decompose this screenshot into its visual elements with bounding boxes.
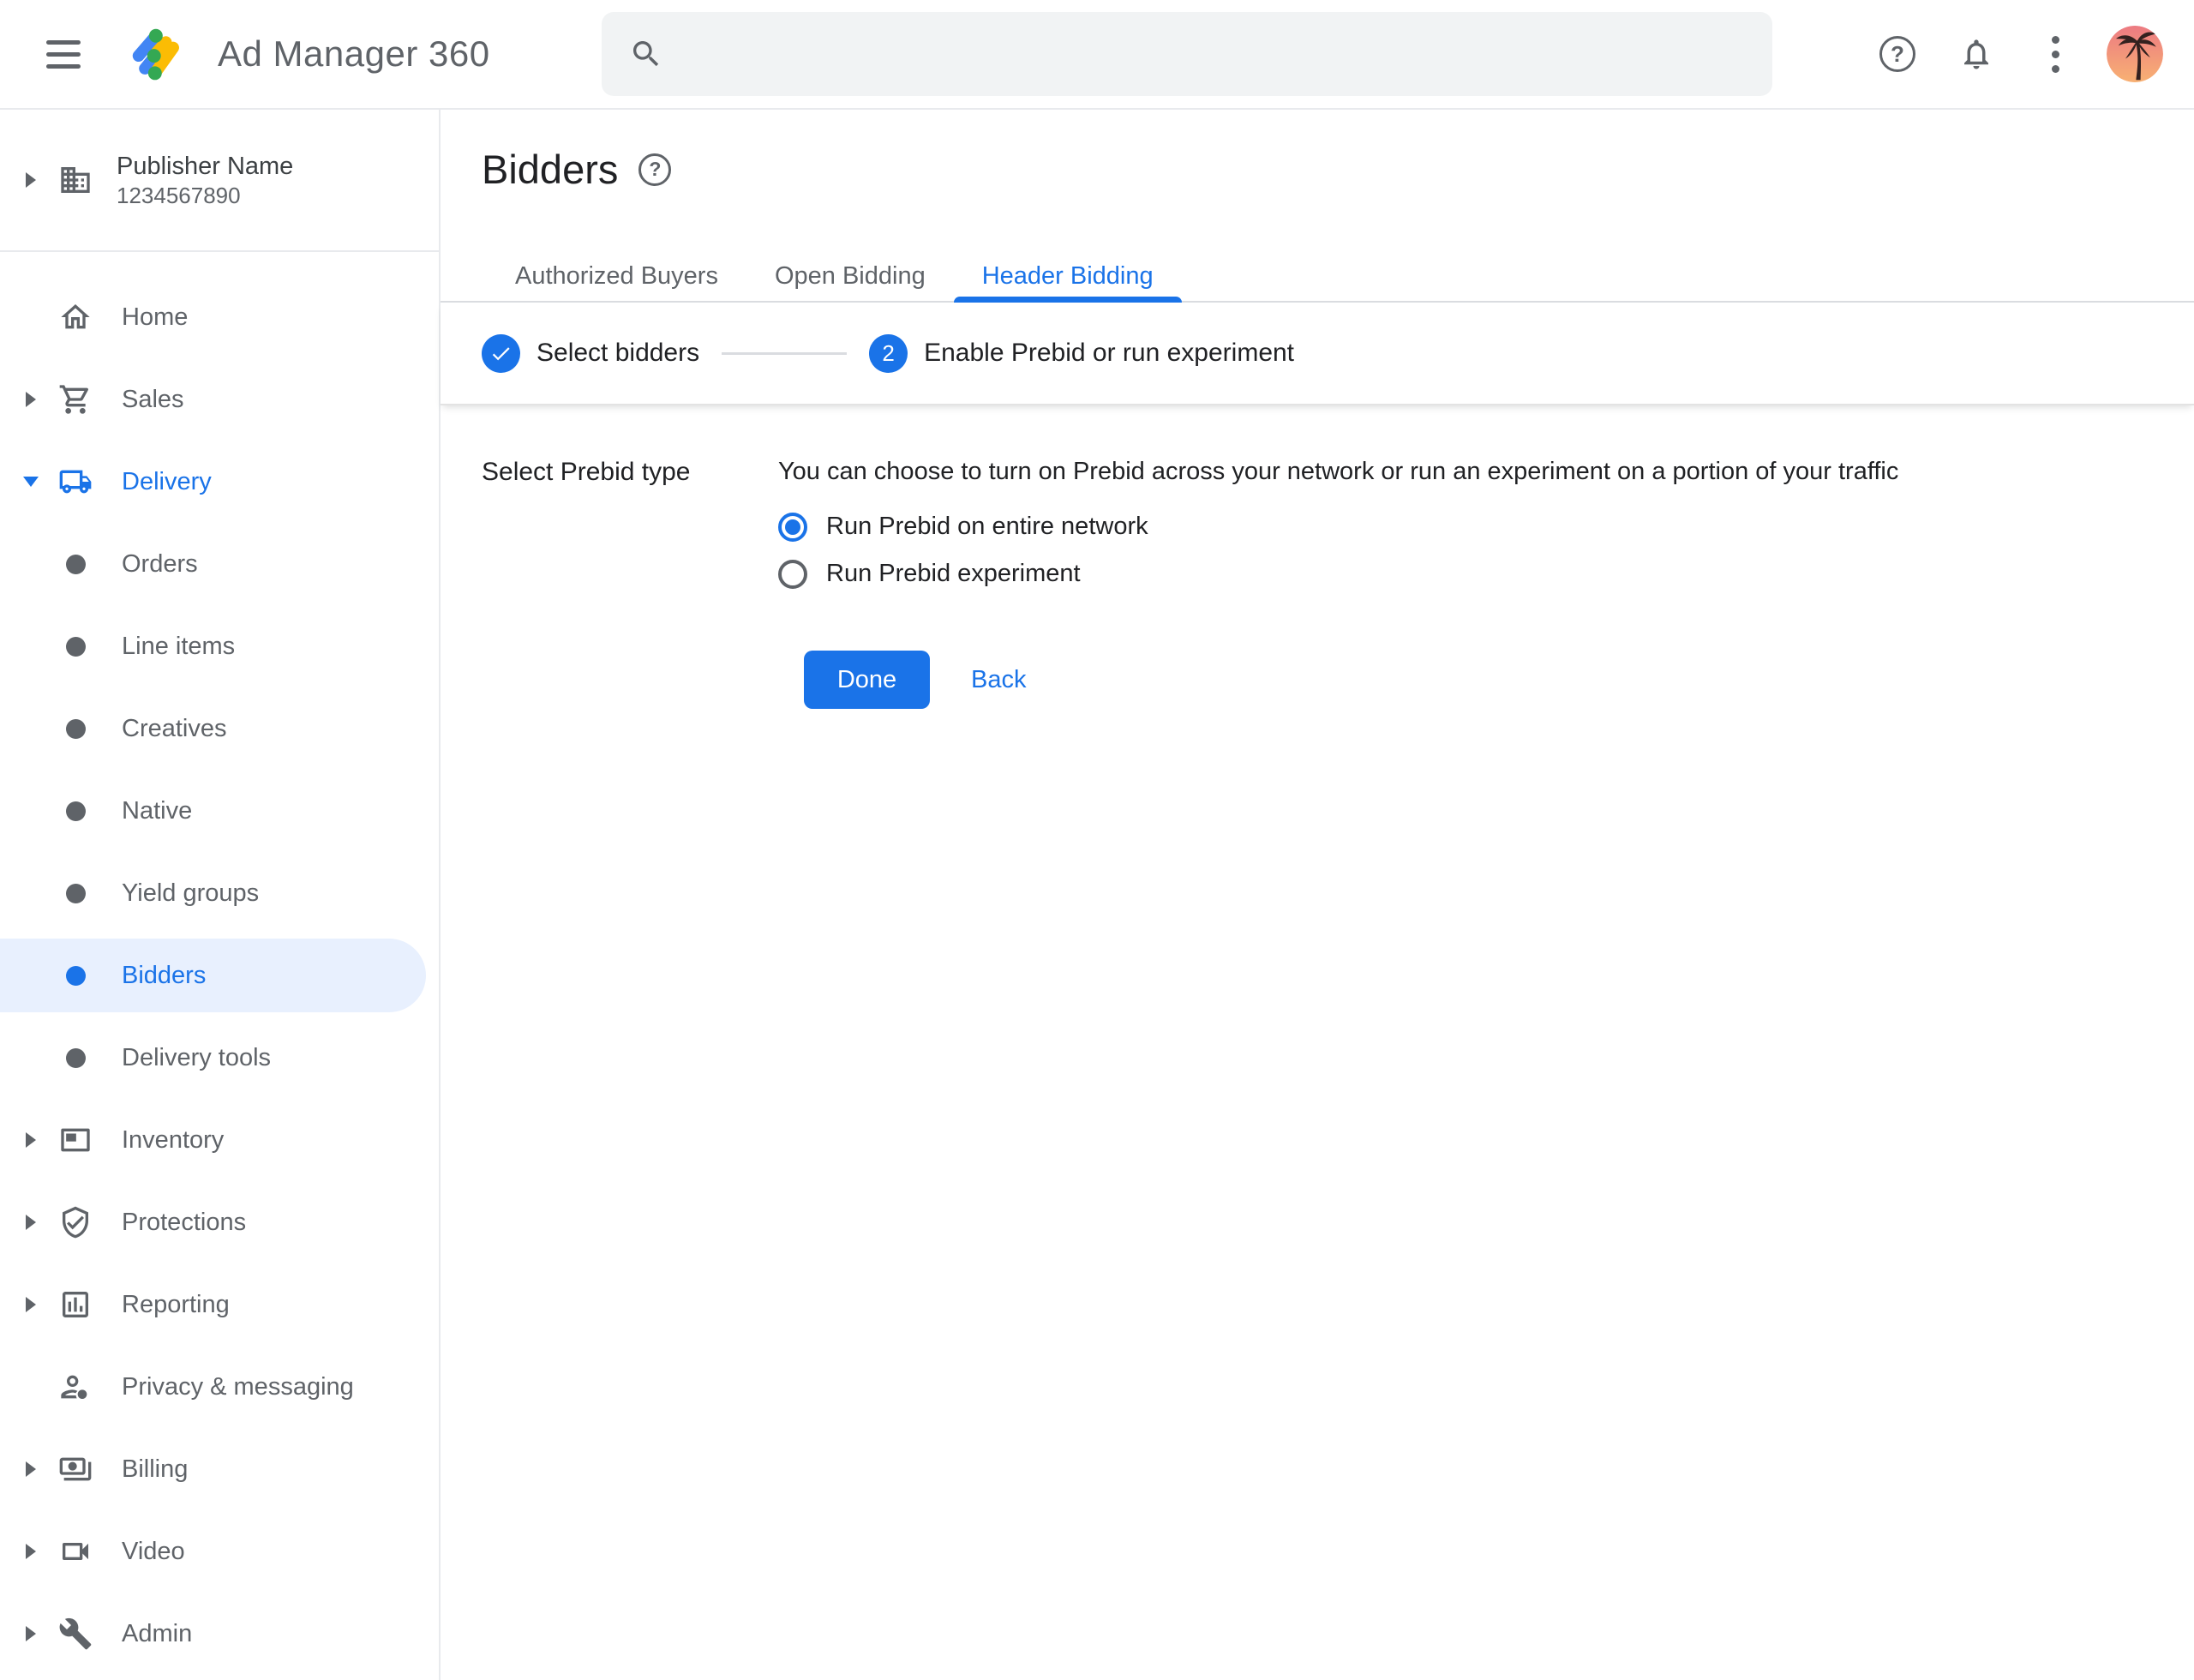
sidebar-item-delivery-tools[interactable]: Delivery tools bbox=[0, 1017, 439, 1099]
search-icon bbox=[629, 37, 663, 71]
help-icon: ? bbox=[1879, 36, 1915, 72]
hamburger-menu-icon[interactable] bbox=[46, 37, 84, 71]
radio-run-prebid-experiment[interactable]: Run Prebid experiment bbox=[778, 550, 2143, 597]
chevron-right-icon[interactable] bbox=[26, 172, 36, 188]
chevron-right-icon[interactable] bbox=[26, 1132, 36, 1148]
sidebar-item-line-items[interactable]: Line items bbox=[0, 605, 439, 687]
shopping-cart-icon bbox=[58, 382, 93, 417]
sidebar-nav: Home Sales bbox=[0, 252, 439, 1675]
chevron-right-icon[interactable] bbox=[26, 1626, 36, 1641]
ad-manager-app: Ad Manager 360 ? bbox=[0, 0, 2194, 1680]
tab-header-bidding[interactable]: Header Bidding bbox=[954, 251, 1182, 301]
radio-run-prebid-entire-network[interactable]: Run Prebid on entire network bbox=[778, 503, 2143, 550]
home-icon bbox=[58, 300, 93, 334]
main-content: Bidders ? Authorized Buyers Open Bidding… bbox=[441, 110, 2194, 1680]
prebid-type-section: Select Prebid type You can choose to tur… bbox=[441, 405, 2194, 709]
bullet-icon bbox=[66, 555, 86, 574]
delivery-truck-icon bbox=[58, 465, 93, 499]
search-input[interactable] bbox=[689, 39, 1747, 69]
bar-chart-icon bbox=[58, 1287, 93, 1322]
chevron-right-icon[interactable] bbox=[26, 1544, 36, 1559]
three-dots-icon bbox=[2052, 36, 2059, 73]
field-label: Select Prebid type bbox=[482, 455, 778, 709]
inventory-icon bbox=[58, 1123, 93, 1157]
sidebar-item-yield-groups[interactable]: Yield groups bbox=[0, 852, 439, 934]
tab-open-bidding[interactable]: Open Bidding bbox=[746, 251, 954, 301]
publisher-network-code: 1234567890 bbox=[117, 182, 293, 209]
step-enable-prebid[interactable]: 2 Enable Prebid or run experiment bbox=[869, 334, 1294, 373]
prebid-type-radio-group: Run Prebid on entire network Run Prebid … bbox=[778, 503, 2143, 597]
sidebar-item-bidders[interactable]: Bidders bbox=[0, 939, 426, 1012]
step-completed-check-icon bbox=[482, 334, 520, 373]
account-avatar[interactable] bbox=[2107, 26, 2163, 82]
chevron-right-icon[interactable] bbox=[26, 1215, 36, 1230]
product-title: Ad Manager 360 bbox=[218, 33, 490, 75]
step-connector bbox=[722, 352, 847, 355]
publisher-switcher[interactable]: Publisher Name 1234567890 bbox=[0, 110, 439, 252]
done-button[interactable]: Done bbox=[804, 651, 930, 709]
chevron-right-icon[interactable] bbox=[26, 392, 36, 407]
sidebar-item-sales[interactable]: Sales bbox=[0, 358, 439, 441]
bullet-icon bbox=[66, 884, 86, 903]
chevron-down-icon[interactable] bbox=[23, 477, 39, 487]
tab-authorized-buyers[interactable]: Authorized Buyers bbox=[487, 251, 746, 301]
step-select-bidders[interactable]: Select bidders bbox=[482, 334, 699, 373]
bullet-icon bbox=[66, 966, 86, 986]
page-title: Bidders bbox=[482, 146, 618, 193]
sidebar-item-home[interactable]: Home bbox=[0, 276, 439, 358]
person-privacy-icon bbox=[58, 1370, 93, 1404]
step-number: 2 bbox=[869, 334, 908, 373]
avatar-image bbox=[2107, 26, 2163, 82]
chevron-right-icon[interactable] bbox=[26, 1461, 36, 1477]
bullet-icon bbox=[66, 1048, 86, 1068]
shield-check-icon bbox=[58, 1205, 93, 1239]
radio-selected-icon bbox=[778, 513, 807, 542]
sidebar-item-protections[interactable]: Protections bbox=[0, 1181, 439, 1263]
sidebar: Publisher Name 1234567890 Home bbox=[0, 110, 441, 1680]
sidebar-item-creatives[interactable]: Creatives bbox=[0, 687, 439, 770]
back-link[interactable]: Back bbox=[971, 666, 1026, 694]
stepper: Select bidders 2 Enable Prebid or run ex… bbox=[441, 303, 2194, 405]
field-description: You can choose to turn on Prebid across … bbox=[778, 455, 2143, 488]
bullet-icon bbox=[66, 637, 86, 657]
publisher-name: Publisher Name bbox=[117, 151, 293, 182]
bell-icon bbox=[1958, 36, 1994, 72]
sidebar-item-admin[interactable]: Admin bbox=[0, 1593, 439, 1675]
form-actions: Done Back bbox=[804, 651, 2143, 709]
sidebar-item-reporting[interactable]: Reporting bbox=[0, 1263, 439, 1346]
sidebar-item-native[interactable]: Native bbox=[0, 770, 439, 852]
sidebar-item-orders[interactable]: Orders bbox=[0, 523, 439, 605]
sidebar-item-delivery[interactable]: Delivery bbox=[0, 441, 439, 523]
radio-unselected-icon bbox=[778, 560, 807, 589]
topbar: Ad Manager 360 ? bbox=[0, 0, 2194, 110]
bullet-icon bbox=[66, 801, 86, 821]
wrench-icon bbox=[58, 1617, 93, 1651]
page-help-icon[interactable]: ? bbox=[638, 153, 671, 186]
video-camera-icon bbox=[58, 1534, 93, 1569]
search-bar[interactable] bbox=[602, 12, 1772, 96]
chevron-right-icon[interactable] bbox=[26, 1297, 36, 1312]
building-icon bbox=[58, 163, 93, 197]
topbar-actions: ? bbox=[1870, 26, 2163, 82]
bullet-icon bbox=[66, 719, 86, 739]
overflow-menu-button[interactable] bbox=[2028, 27, 2083, 81]
ad-manager-logo-icon bbox=[129, 25, 187, 83]
notifications-button[interactable] bbox=[1949, 27, 2004, 81]
sidebar-item-privacy-messaging[interactable]: Privacy & messaging bbox=[0, 1346, 439, 1428]
tab-bar: Authorized Buyers Open Bidding Header Bi… bbox=[441, 251, 2194, 303]
sidebar-item-inventory[interactable]: Inventory bbox=[0, 1099, 439, 1181]
sidebar-item-billing[interactable]: Billing bbox=[0, 1428, 439, 1510]
sidebar-item-video[interactable]: Video bbox=[0, 1510, 439, 1593]
payments-icon bbox=[58, 1452, 93, 1486]
help-button[interactable]: ? bbox=[1870, 27, 1925, 81]
